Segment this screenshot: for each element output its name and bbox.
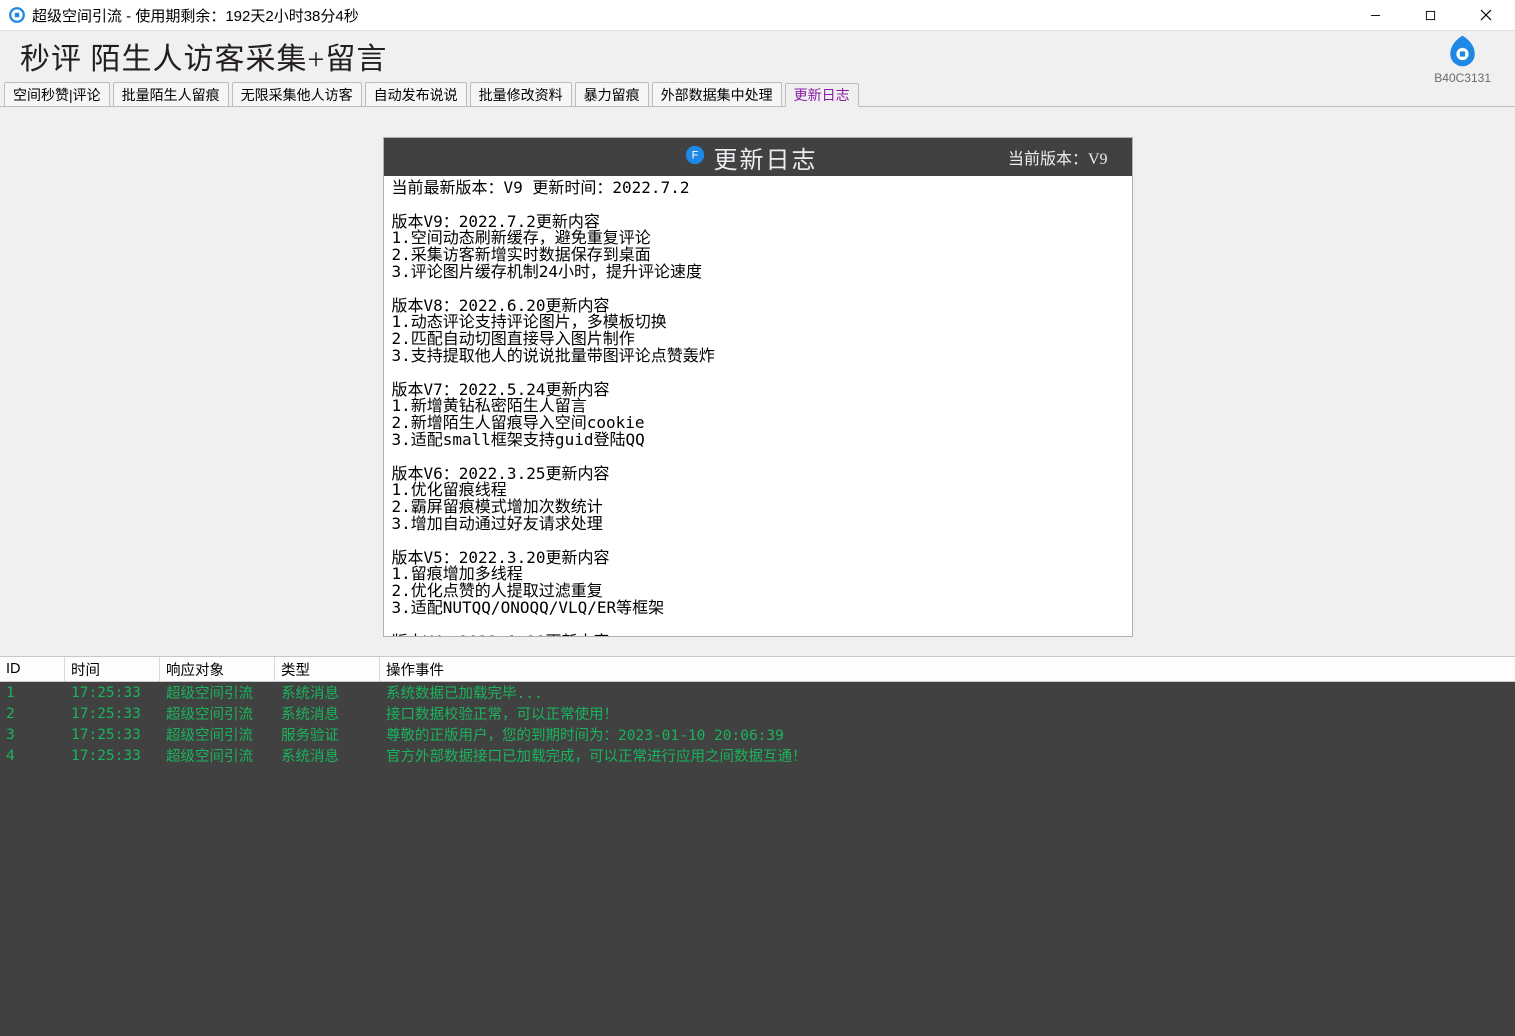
tab-violent-trace[interactable]: 暴力留痕 bbox=[575, 82, 649, 106]
maximize-button[interactable] bbox=[1403, 0, 1458, 30]
log-cell-time: 17:25:33 bbox=[65, 682, 160, 703]
page-title: 秒评 陌生人访客采集+留言 bbox=[20, 34, 387, 78]
close-button[interactable] bbox=[1458, 0, 1513, 30]
log-cell-obj: 超级空间引流 bbox=[160, 745, 275, 766]
log-cell-type: 系统消息 bbox=[275, 703, 380, 724]
license-code: B40C3131 bbox=[1434, 71, 1491, 85]
log-cell-type: 服务验证 bbox=[275, 724, 380, 745]
log-header-row: ID 时间 响应对象 类型 操作事件 bbox=[0, 656, 1515, 682]
tab-space-like-comment[interactable]: 空间秒赞|评论 bbox=[4, 82, 110, 106]
changelog-panel: F 更新日志 当前版本：V9 当前最新版本：V9 更新时间：2022.7.2 版… bbox=[383, 137, 1133, 637]
titlebar: 超级空间引流 - 使用期剩余：192天2小时38分4秒 bbox=[0, 0, 1515, 30]
tab-collect-visitors[interactable]: 无限采集他人访客 bbox=[232, 82, 362, 106]
changelog-header: F 更新日志 当前版本：V9 bbox=[384, 138, 1132, 176]
svg-text:F: F bbox=[691, 149, 698, 161]
tab-batch-stranger-trace[interactable]: 批量陌生人留痕 bbox=[113, 82, 229, 106]
log-row[interactable]: 2 17:25:33 超级空间引流 系统消息 接口数据校验正常，可以正常使用！ bbox=[0, 703, 1515, 724]
changelog-current-version: 当前版本：V9 bbox=[1008, 145, 1108, 169]
log-col-event[interactable]: 操作事件 bbox=[380, 657, 1515, 681]
tab-external-data[interactable]: 外部数据集中处理 bbox=[652, 82, 782, 106]
log-cell-time: 17:25:33 bbox=[65, 703, 160, 724]
log-cell-event: 接口数据校验正常，可以正常使用！ bbox=[380, 703, 1515, 724]
tab-changelog[interactable]: 更新日志 bbox=[785, 83, 859, 107]
changelog-header-center: F 更新日志 bbox=[684, 140, 818, 175]
log-cell-obj: 超级空间引流 bbox=[160, 724, 275, 745]
content-area: F 更新日志 当前版本：V9 当前最新版本：V9 更新时间：2022.7.2 版… bbox=[0, 106, 1515, 656]
log-cell-obj: 超级空间引流 bbox=[160, 682, 275, 703]
header-right: B40C3131 bbox=[1434, 33, 1491, 85]
log-cell-id: 4 bbox=[0, 745, 65, 766]
minimize-button[interactable] bbox=[1348, 0, 1403, 30]
log-row[interactable]: 1 17:25:33 超级空间引流 系统消息 系统数据已加载完毕... bbox=[0, 682, 1515, 703]
log-cell-obj: 超级空间引流 bbox=[160, 703, 275, 724]
log-col-type[interactable]: 类型 bbox=[275, 657, 380, 681]
log-cell-type: 系统消息 bbox=[275, 745, 380, 766]
window-title: 超级空间引流 - 使用期剩余：192天2小时38分4秒 bbox=[32, 5, 359, 26]
update-icon: F bbox=[684, 144, 714, 171]
subheader: 秒评 陌生人访客采集+留言 B40C3131 bbox=[0, 30, 1515, 80]
log-row[interactable]: 4 17:25:33 超级空间引流 系统消息 官方外部数据接口已加载完成，可以正… bbox=[0, 745, 1515, 766]
log-col-id[interactable]: ID bbox=[0, 657, 65, 681]
log-col-obj[interactable]: 响应对象 bbox=[160, 657, 275, 681]
changelog-body[interactable]: 当前最新版本：V9 更新时间：2022.7.2 版本V9：2022.7.2更新内… bbox=[384, 176, 1132, 636]
log-row[interactable]: 3 17:25:33 超级空间引流 服务验证 尊敬的正版用户，您的到期时间为：2… bbox=[0, 724, 1515, 745]
log-col-time[interactable]: 时间 bbox=[65, 657, 160, 681]
log-cell-event: 系统数据已加载完毕... bbox=[380, 682, 1515, 703]
log-cell-id: 2 bbox=[0, 703, 65, 724]
log-cell-id: 3 bbox=[0, 724, 65, 745]
log-cell-type: 系统消息 bbox=[275, 682, 380, 703]
log-body[interactable]: 1 17:25:33 超级空间引流 系统消息 系统数据已加载完毕... 2 17… bbox=[0, 682, 1515, 1036]
log-cell-event: 官方外部数据接口已加载完成，可以正常进行应用之间数据互通！ bbox=[380, 745, 1515, 766]
log-panel: ID 时间 响应对象 类型 操作事件 1 17:25:33 超级空间引流 系统消… bbox=[0, 656, 1515, 1036]
log-cell-event: 尊敬的正版用户，您的到期时间为：2023-01-10 20:06:39 bbox=[380, 724, 1515, 745]
tab-batch-edit-profile[interactable]: 批量修改资料 bbox=[470, 82, 572, 106]
tab-auto-post[interactable]: 自动发布说说 bbox=[365, 82, 467, 106]
brand-icon bbox=[1434, 33, 1491, 73]
log-cell-time: 17:25:33 bbox=[65, 745, 160, 766]
log-cell-id: 1 bbox=[0, 682, 65, 703]
app-icon bbox=[8, 6, 26, 24]
log-cell-time: 17:25:33 bbox=[65, 724, 160, 745]
window-controls bbox=[1348, 0, 1513, 30]
changelog-title: 更新日志 bbox=[714, 140, 818, 175]
tabstrip: 空间秒赞|评论 批量陌生人留痕 无限采集他人访客 自动发布说说 批量修改资料 暴… bbox=[0, 80, 1515, 106]
